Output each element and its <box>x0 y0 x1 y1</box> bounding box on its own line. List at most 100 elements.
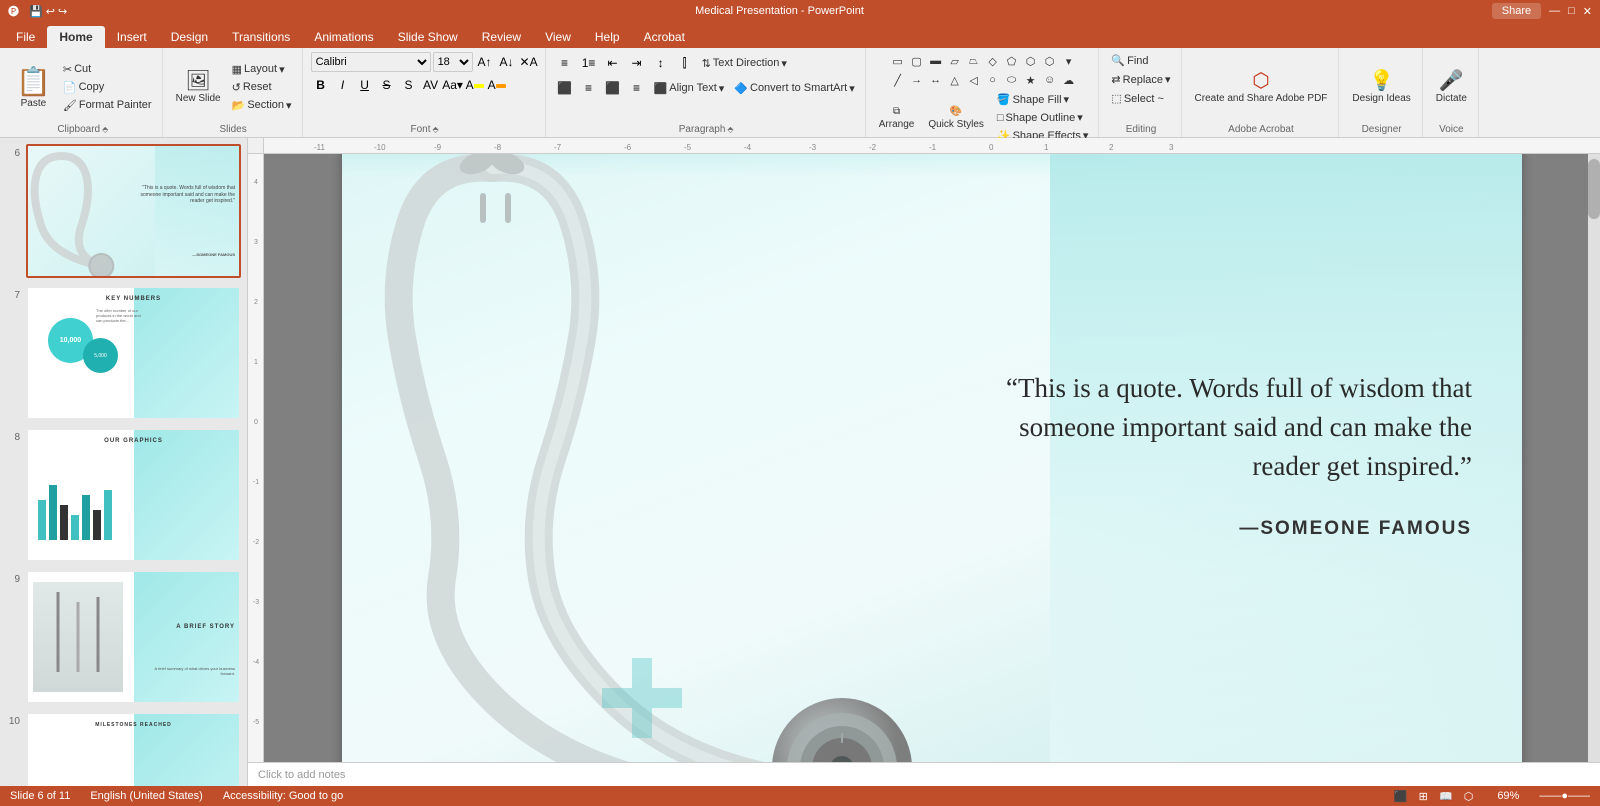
zoom-slider[interactable]: ——●—— <box>1539 790 1590 802</box>
normal-view-button[interactable]: ⬛ <box>1390 791 1412 803</box>
clipboard-expand-icon[interactable]: ⬘ <box>102 125 108 134</box>
font-expand-icon[interactable]: ⬘ <box>432 125 438 134</box>
text-direction-button[interactable]: ⇅ Text Direction ▾ <box>698 55 791 72</box>
copy-button[interactable]: 📄 Copy <box>59 79 156 96</box>
slide-thumb-6[interactable]: "This is a quote. Words full of wisdom t… <box>26 144 241 278</box>
shape-rect2[interactable]: ▬ <box>927 52 945 70</box>
shape-circle[interactable]: ○ <box>984 71 1002 89</box>
slide-thumb-9[interactable]: A BRIEF STORY A brief summary of what dr… <box>26 570 241 704</box>
numbering-button[interactable]: 1≡ <box>578 52 600 74</box>
paragraph-expand-icon[interactable]: ⬘ <box>727 125 733 134</box>
minimize-button[interactable]: — <box>1549 5 1560 17</box>
shape-hexagon[interactable]: ⬡ <box>1022 52 1040 70</box>
shape-rounded-rect[interactable]: ▢ <box>908 52 926 70</box>
tab-transitions[interactable]: Transitions <box>220 26 302 48</box>
strikethrough-button[interactable]: S <box>377 75 397 95</box>
increase-indent-button[interactable]: ⇥ <box>626 52 648 74</box>
shape-outline-button[interactable]: □ Shape Outline ▾ <box>993 109 1093 126</box>
shape-parallelogram[interactable]: ▱ <box>946 52 964 70</box>
cut-button[interactable]: ✂ Cut <box>59 61 156 78</box>
slide-item-7[interactable]: 7 KEY NUMBERS 10,000 5,000 The offer num… <box>4 284 243 422</box>
align-right-button[interactable]: ⬛ <box>602 77 624 99</box>
shape-rtriangle[interactable]: ◁ <box>965 71 983 89</box>
replace-button[interactable]: ⇄ Replace ▾ <box>1107 71 1174 88</box>
format-painter-button[interactable]: 🖌 Format Painter <box>59 97 156 114</box>
close-button[interactable]: ✕ <box>1583 5 1592 18</box>
clear-format-button[interactable]: ✕A <box>519 52 539 72</box>
create-adobe-pdf-button[interactable]: ⬡ Create and Share Adobe PDF <box>1190 68 1333 107</box>
new-slide-button[interactable]: 🖼 New Slide <box>171 68 226 107</box>
arrange-button[interactable]: ⧉ Arrange <box>874 103 920 133</box>
tab-review[interactable]: Review <box>470 26 533 48</box>
slide-panel[interactable]: 6 "This is a quote. Words full of wisdom… <box>0 138 248 786</box>
scrollbar-thumb[interactable] <box>1588 159 1600 219</box>
shape-more[interactable]: ▾ <box>1060 52 1078 70</box>
shape-diamond[interactable]: ◇ <box>984 52 1002 70</box>
shape-triangle[interactable]: △ <box>946 71 964 89</box>
shape-star[interactable]: ★ <box>1022 71 1040 89</box>
tab-view[interactable]: View <box>533 26 583 48</box>
slide-item-6[interactable]: 6 "This is a quote. Words full of wisdom… <box>4 142 243 280</box>
shape-arrow[interactable]: → <box>908 71 926 89</box>
quote-container[interactable]: “This is a quote. Words full of wisdom t… <box>1002 369 1472 540</box>
increase-font-button[interactable]: A↑ <box>475 52 495 72</box>
italic-button[interactable]: I <box>333 75 353 95</box>
underline-button[interactable]: U <box>355 75 375 95</box>
slide-item-8[interactable]: 8 OUR GRAPHICS <box>4 426 243 564</box>
tab-file[interactable]: File <box>4 26 47 48</box>
slide-item-10[interactable]: 10 MILESTONES REACHED <box>4 710 243 786</box>
slide-thumb-7[interactable]: KEY NUMBERS 10,000 5,000 The offer numbe… <box>26 286 241 420</box>
slide-thumb-10[interactable]: MILESTONES REACHED <box>26 712 241 786</box>
dictate-button[interactable]: 🎤 Dictate <box>1431 68 1472 107</box>
shape-fill-button[interactable]: 🪣 Shape Fill ▾ <box>993 91 1093 108</box>
tab-insert[interactable]: Insert <box>105 26 159 48</box>
share-button[interactable]: Share <box>1492 3 1541 19</box>
columns-button[interactable]: ⫿ <box>674 52 696 74</box>
slide-canvas-area[interactable]: “This is a quote. Words full of wisdom t… <box>264 154 1600 762</box>
notes-area[interactable]: Click to add notes <box>248 762 1600 786</box>
line-spacing-button[interactable]: ↕ <box>650 52 672 74</box>
bold-button[interactable]: B <box>311 75 331 95</box>
shape-dbl-arrow[interactable]: ↔ <box>927 71 945 89</box>
slide-canvas[interactable]: “This is a quote. Words full of wisdom t… <box>342 154 1522 762</box>
shape-rect[interactable]: ▭ <box>889 52 907 70</box>
shadow-button[interactable]: S <box>399 75 419 95</box>
font-name-select[interactable]: Calibri <box>311 52 431 72</box>
layout-button[interactable]: ▦ Layout ▾ <box>228 61 296 78</box>
font-color-button[interactable]: A <box>465 75 485 95</box>
decrease-indent-button[interactable]: ⇤ <box>602 52 624 74</box>
font-size-select[interactable]: 18 <box>433 52 473 72</box>
scrollbar-v[interactable] <box>1588 154 1600 762</box>
tab-help[interactable]: Help <box>583 26 632 48</box>
reset-button[interactable]: ↺ Reset <box>228 79 296 96</box>
highlight-color-button[interactable]: A <box>487 75 507 95</box>
shape-cloud[interactable]: ☁ <box>1060 71 1078 89</box>
shape-smiley[interactable]: ☺ <box>1041 71 1059 89</box>
find-button[interactable]: 🔍 Find <box>1107 52 1152 69</box>
change-case-button[interactable]: Aa▾ <box>443 75 463 95</box>
design-ideas-button[interactable]: 💡 Design Ideas <box>1347 68 1415 107</box>
section-button[interactable]: 📂 Section ▾ <box>228 97 296 114</box>
tab-animations[interactable]: Animations <box>302 26 385 48</box>
maximize-button[interactable]: □ <box>1568 5 1575 17</box>
justify-button[interactable]: ≡ <box>626 77 648 99</box>
align-left-button[interactable]: ⬛ <box>554 77 576 99</box>
shape-pentagon[interactable]: ⬠ <box>1003 52 1021 70</box>
select-button[interactable]: ⬚ Select ~ <box>1107 90 1167 107</box>
presenter-view-button[interactable]: ⬡ <box>1460 791 1478 803</box>
shape-octagon[interactable]: ⬡ <box>1041 52 1059 70</box>
slide-thumb-8[interactable]: OUR GRAPHICS <box>26 428 241 562</box>
align-center-button[interactable]: ≡ <box>578 77 600 99</box>
decrease-font-button[interactable]: A↓ <box>497 52 517 72</box>
tab-slideshow[interactable]: Slide Show <box>386 26 470 48</box>
shape-line[interactable]: ╱ <box>889 71 907 89</box>
shape-oval[interactable]: ⬭ <box>1003 71 1021 89</box>
slide-sorter-button[interactable]: ⊞ <box>1415 791 1432 803</box>
convert-smartart-button[interactable]: 🔷 Convert to SmartArt ▾ <box>730 80 858 97</box>
tab-home[interactable]: Home <box>47 26 104 48</box>
paste-button[interactable]: 📋 Paste <box>10 63 57 111</box>
align-text-button[interactable]: ⬛ Align Text ▾ <box>650 80 729 97</box>
quick-styles-button[interactable]: 🎨 Quick Styles <box>923 103 989 133</box>
reading-view-button[interactable]: 📖 <box>1435 791 1457 803</box>
bullets-button[interactable]: ≡ <box>554 52 576 74</box>
